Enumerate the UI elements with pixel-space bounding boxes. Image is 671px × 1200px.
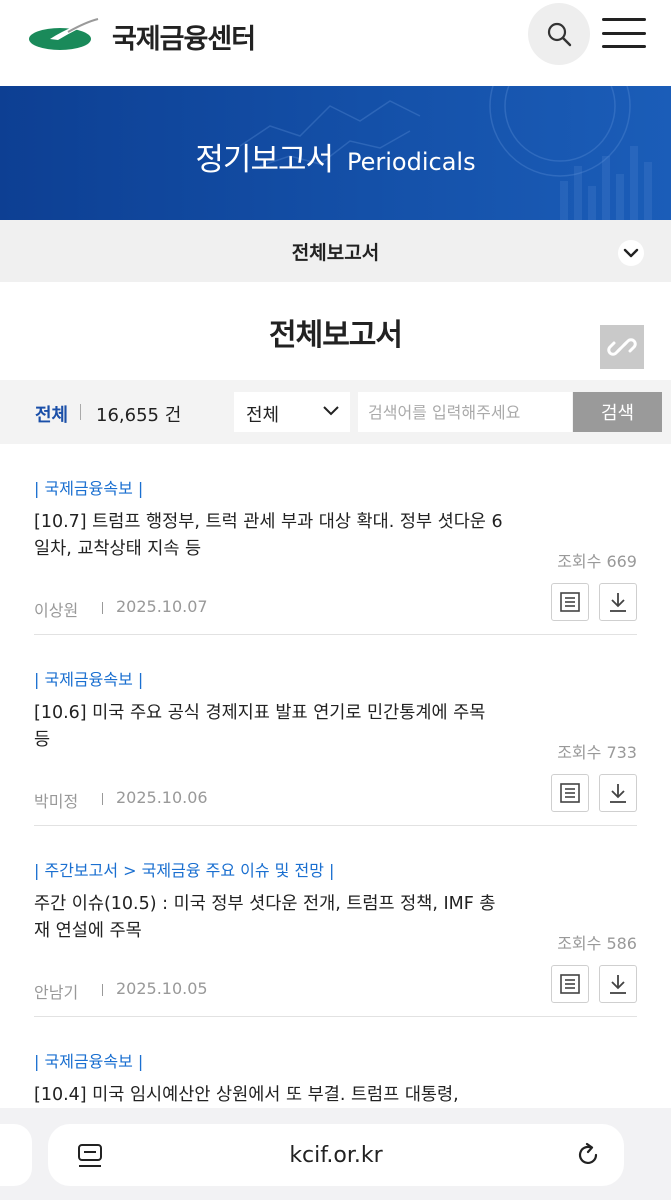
divider — [102, 602, 103, 614]
divider — [102, 984, 103, 996]
report-date: 2025.10.06 — [116, 788, 208, 807]
report-date: 2025.10.07 — [116, 597, 208, 616]
link-icon — [607, 338, 637, 356]
category-dropdown-toggle[interactable] — [618, 240, 644, 266]
report-author: 박미정 — [34, 792, 79, 811]
report-title[interactable]: [10.6] 미국 주요 공식 경제지표 발표 연기로 민간통계에 주목 등 — [34, 700, 504, 754]
search-button[interactable] — [528, 3, 590, 65]
reload-icon[interactable] — [574, 1141, 602, 1169]
report-list-item[interactable]: | 국제금융속보 | [10.7] 트럼프 행정부, 트럭 관세 부과 대상 확… — [34, 444, 637, 635]
total-label: 전체 — [35, 405, 69, 426]
banner-title-korean: 정기보고서 — [195, 142, 334, 178]
menu-line-icon — [602, 18, 646, 21]
report-category[interactable]: | 주간보고서 > 국제금융 주요 이슈 및 전망 | — [34, 857, 334, 881]
report-view-count: 조회수 669 — [557, 552, 637, 571]
report-view-count: 조회수 733 — [557, 743, 637, 762]
view-report-button[interactable] — [551, 965, 589, 1003]
report-list-item[interactable]: | 국제금융속보 | [10.6] 미국 주요 공식 경제지표 발표 연기로 민… — [34, 635, 637, 826]
report-date: 2025.10.05 — [116, 979, 208, 998]
page-title: 전체보고서 — [269, 318, 403, 353]
report-list-item[interactable]: | 주간보고서 > 국제금융 주요 이슈 및 전망 | 주간 이슈(10.5) … — [34, 826, 637, 1017]
view-report-button[interactable] — [551, 583, 589, 621]
url-text[interactable]: kcif.or.kr — [48, 1143, 624, 1168]
divider — [80, 404, 81, 420]
chevron-down-icon — [323, 406, 339, 416]
copy-link-button[interactable] — [600, 325, 644, 369]
download-report-button[interactable] — [599, 965, 637, 1003]
address-bar[interactable]: kcif.or.kr — [48, 1124, 624, 1186]
report-category[interactable]: | 국제금융속보 | — [34, 475, 143, 499]
page-banner: 정기보고서 Periodicals — [0, 86, 671, 220]
chevron-down-icon — [623, 248, 639, 258]
report-title[interactable]: 주간 이슈(10.5) : 미국 정부 셧다운 전개, 트럼프 정책, IMF … — [34, 891, 504, 945]
report-view-count: 조회수 586 — [557, 934, 637, 953]
document-icon — [560, 783, 580, 803]
menu-line-icon — [602, 31, 646, 35]
search-field-select[interactable]: 전체 — [234, 392, 350, 432]
download-icon — [610, 784, 626, 803]
filter-bar: 전체 16,655 건 전체 검색 — [0, 380, 671, 444]
report-category-label: 전체보고서 — [291, 242, 380, 264]
search-field-select-value: 전체 — [246, 405, 280, 426]
divider — [102, 793, 103, 805]
banner-title: 정기보고서 Periodicals — [0, 134, 671, 179]
search-submit-button[interactable]: 검색 — [573, 392, 662, 432]
kcif-logo-icon[interactable] — [28, 18, 100, 52]
hamburger-menu-button[interactable] — [602, 18, 646, 48]
search-input[interactable] — [358, 392, 572, 432]
document-icon — [560, 592, 580, 612]
document-icon — [560, 974, 580, 994]
report-author: 안남기 — [34, 983, 79, 1002]
download-report-button[interactable] — [599, 774, 637, 812]
download-report-button[interactable] — [599, 583, 637, 621]
download-icon — [610, 593, 626, 612]
site-logo-text[interactable]: 국제금융센터 — [112, 17, 256, 56]
banner-title-english: Periodicals — [347, 148, 476, 176]
browser-toolbar: kcif.or.kr — [0, 1108, 671, 1200]
search-icon — [547, 22, 572, 47]
site-header: 국제금융센터 — [0, 0, 671, 86]
previous-tab[interactable] — [0, 1124, 32, 1186]
download-icon — [610, 975, 626, 994]
report-category[interactable]: | 국제금융속보 | — [34, 1048, 143, 1072]
report-category[interactable]: | 국제금융속보 | — [34, 666, 143, 690]
report-author: 이상원 — [34, 601, 79, 620]
report-title[interactable]: [10.7] 트럼프 행정부, 트럭 관세 부과 대상 확대. 정부 셧다운 6… — [34, 509, 504, 563]
report-title[interactable]: [10.4] 미국 임시예산안 상원에서 또 부결. 트럼프 대통령, — [34, 1082, 504, 1109]
view-report-button[interactable] — [551, 774, 589, 812]
menu-line-icon — [602, 45, 646, 48]
report-category-dropdown[interactable]: 전체보고서 — [0, 220, 671, 282]
total-count: 16,655 건 — [96, 405, 182, 426]
